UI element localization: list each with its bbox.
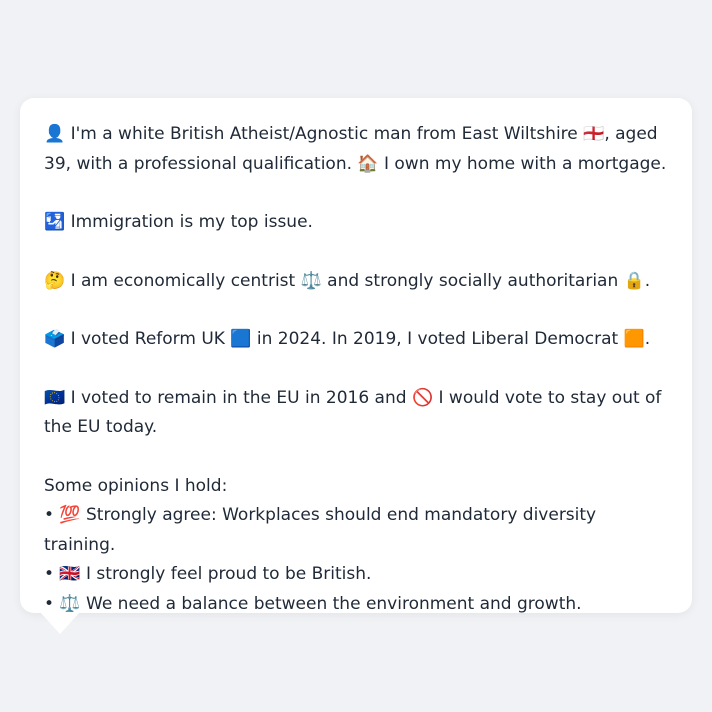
opinions-list: • 💯 Strongly agree: Workplaces should en… [44,501,668,619]
votes-text: 🗳️ I voted Reform UK 🟦 in 2024. In 2019,… [44,329,651,349]
eu-text: 🇪🇺 I voted to remain in the EU in 2016 a… [44,387,662,438]
opinion-item: • ⚖️ We need a balance between the envir… [44,593,582,614]
bubble-tail [40,612,80,634]
top-issue-text: 🛂 Immigration is my top issue. [44,212,313,232]
profile-message-bubble: 👤 I'm a white British Atheist/Agnostic m… [20,98,692,614]
intro-text: 👤 I'm a white British Atheist/Agnostic m… [44,124,667,174]
ideology-text: 🤔 I am economically centrist ⚖️ and stro… [44,270,651,291]
opinions-heading: Some opinions I hold: [44,475,228,496]
opinion-item: • 💯 Strongly agree: Workplaces should en… [44,505,597,555]
opinions-section: Some opinions I hold: • 💯 Strongly agree… [44,472,668,620]
opinion-item: • 🇬🇧 I strongly feel proud to be British… [44,564,372,584]
